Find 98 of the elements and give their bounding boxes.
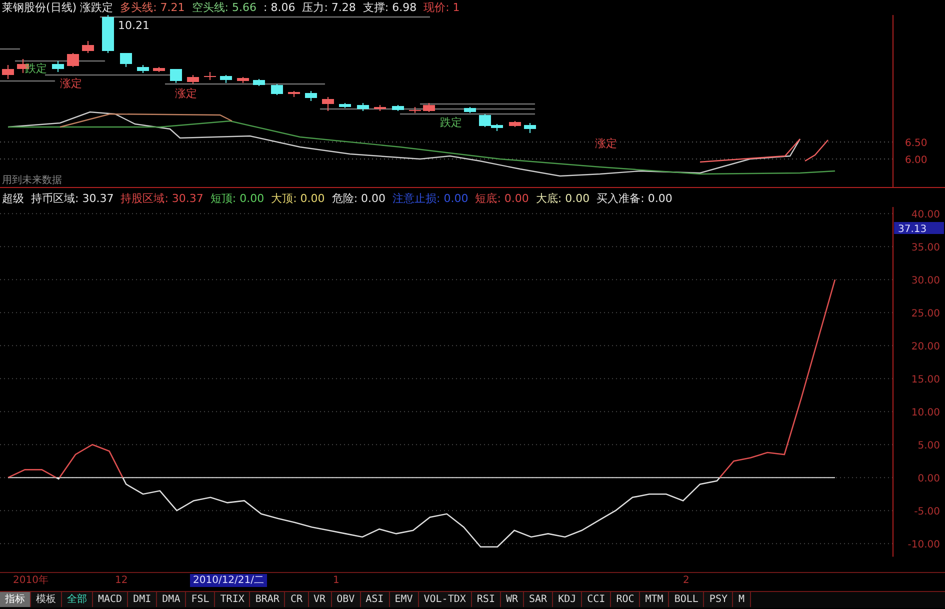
indicator-value: 短顶: 0.00 (210, 192, 264, 206)
candlestick (509, 120, 521, 128)
date-axis-label: 12 (114, 574, 129, 587)
chart-title-item: : 8.06 (264, 0, 296, 14)
candlestick (253, 78, 265, 86)
candlestick (204, 72, 216, 80)
current-value-label: 37.13 (898, 224, 927, 235)
indicator-tab[interactable]: VOL-TDX (418, 592, 472, 607)
signal-label: 跌定 (25, 62, 47, 75)
date-axis-label: 2010/12/21/二 (190, 574, 268, 587)
candlestick (464, 106, 476, 114)
chart-title-item: 莱钢股份(日线) 涨跌定 (2, 0, 114, 14)
date-axis-label: 2 (682, 574, 690, 587)
price-level-line (0, 48, 20, 50)
candlestick (423, 102, 435, 112)
candlestick (305, 90, 317, 102)
candlestick (374, 104, 386, 112)
future-data-note: 用到未来数据 (2, 175, 62, 186)
signal-label: 涨定 (595, 137, 617, 150)
date-axis-label: 1 (332, 574, 340, 587)
indicator-tab[interactable]: 全部 (62, 592, 93, 607)
price-axis-label: 6.00 (905, 155, 928, 166)
candlestick (2, 64, 14, 80)
indicator-tab[interactable]: EMV (390, 592, 419, 607)
indicator-value: 持币区域: 30.37 (31, 192, 114, 206)
y-tick-label: 30.00 (911, 276, 940, 287)
indicator-tab[interactable]: DMA (157, 592, 186, 607)
y-tick-label: 10.00 (911, 408, 940, 419)
indicator-value: 短底: 0.00 (475, 192, 529, 206)
candlestick (137, 64, 149, 74)
indicator-value: 超级 (2, 192, 24, 206)
signal-label: 涨定 (60, 77, 82, 90)
current-value-badge (894, 222, 944, 234)
y-tick-label: 5.00 (918, 440, 940, 452)
indicator-value: 大底: 0.00 (536, 192, 590, 206)
candlestick (120, 52, 132, 68)
indicator-tab[interactable]: TRIX (215, 592, 250, 607)
indicator-value: 危险: 0.00 (332, 192, 386, 206)
indicator-tab[interactable]: 模板 (31, 592, 62, 607)
y-tick-label: 15.00 (911, 374, 940, 386)
indicator-tab[interactable]: SAR (524, 592, 554, 607)
indicator-tab[interactable]: CCI (582, 592, 612, 607)
indicator-tab[interactable]: 指标 (0, 592, 31, 607)
candlestick (82, 40, 94, 54)
indicator-tab[interactable]: OBV (332, 592, 361, 607)
indicator-tab[interactable]: CR (285, 592, 309, 607)
candlestick (170, 68, 182, 84)
high-price-label: 10.21 (118, 19, 150, 32)
candlestick (153, 66, 165, 72)
candlestick (67, 52, 79, 68)
indicator-tab[interactable]: FSL (186, 592, 216, 607)
indicator-tab[interactable]: MACD (93, 592, 128, 607)
y-tick-label: 0.00 (918, 474, 940, 485)
y-tick-label: 35.00 (911, 242, 940, 254)
candlestick (52, 60, 64, 72)
price-level-line (0, 80, 56, 82)
candlestick (357, 102, 369, 112)
indicator-tab[interactable]: WR (500, 592, 524, 607)
indicator-value: 大顶: 0.00 (271, 192, 325, 206)
indicator-value: 买入准备: 0.00 (596, 192, 672, 206)
price-axis-label: 6.50 (905, 138, 928, 149)
candlestick (524, 122, 536, 134)
indicator-tab[interactable]: MTM (640, 592, 670, 607)
chart-title-item: 多头线: 7.21 (120, 0, 185, 14)
indicator-tab[interactable]: PSY (704, 592, 734, 607)
indicator-tab[interactable]: DMI (128, 592, 158, 607)
indicator-tab[interactable]: ASI (360, 592, 390, 607)
indicator-tab[interactable]: BRAR (250, 592, 286, 607)
y-tick-label: -5.00 (914, 506, 940, 518)
candlestick (322, 96, 334, 112)
candlestick (392, 104, 404, 112)
y-tick-label: 20.00 (911, 342, 940, 353)
chart-title-item: 空头线: 5.66 (192, 0, 256, 14)
indicator-tab[interactable]: BOLL (669, 592, 704, 607)
indicator-tab[interactable]: ROC (611, 592, 640, 607)
indicator-tab[interactable]: M (733, 592, 751, 607)
chart-title-item: 现价: 1 (424, 0, 460, 14)
candlestick (271, 84, 283, 96)
chart-title-item: 压力: 7.28 (302, 0, 356, 14)
y-tick-label: 40.00 (911, 210, 940, 221)
candlestick (220, 74, 232, 84)
candlestick (288, 90, 300, 98)
candlestick (102, 15, 114, 54)
indicator-tab[interactable]: RSI (472, 592, 501, 607)
candlestick (237, 76, 249, 84)
signal-label: 涨定 (175, 87, 197, 100)
candlestick (339, 102, 351, 108)
signal-label: 跌定 (440, 116, 462, 129)
chart-title-item: 支撑: 6.98 (362, 0, 417, 14)
y-tick-label: 25.00 (911, 308, 940, 320)
indicator-value: 注意止损: 0.00 (392, 192, 468, 206)
indicator-tab[interactable]: KDJ (553, 592, 582, 607)
indicator-value: 持股区域: 30.37 (120, 192, 204, 206)
candlestick (187, 74, 199, 84)
indicator-tab[interactable]: VR (308, 592, 332, 607)
date-axis-label: 2010年 (12, 574, 50, 587)
y-tick-label: -10.00 (908, 540, 940, 551)
candlestick (409, 106, 421, 114)
